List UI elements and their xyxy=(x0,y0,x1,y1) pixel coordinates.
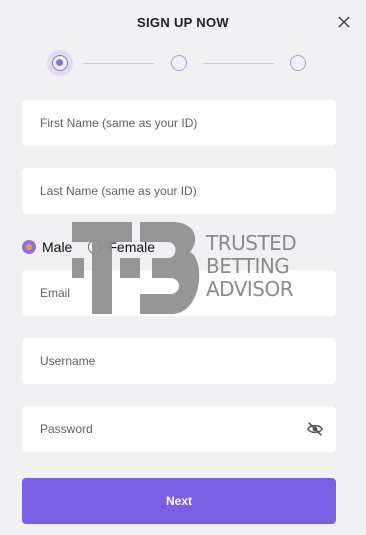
password-input[interactable] xyxy=(22,406,336,452)
step-2-indicator xyxy=(171,55,187,71)
step-connector xyxy=(204,63,274,64)
next-button[interactable]: Next xyxy=(22,478,336,524)
close-icon[interactable] xyxy=(336,14,352,30)
password-field[interactable] xyxy=(22,406,336,452)
gender-selector: Male Female xyxy=(22,238,171,256)
username-input[interactable] xyxy=(22,338,336,384)
first-name-input[interactable] xyxy=(22,100,336,146)
step-3-indicator xyxy=(290,55,306,71)
male-radio[interactable] xyxy=(22,240,36,254)
step-connector xyxy=(84,63,154,64)
female-radio[interactable] xyxy=(88,240,103,254)
male-label: Male xyxy=(42,239,73,255)
step-1-indicator xyxy=(52,55,68,71)
gender-option-female[interactable]: Female xyxy=(88,239,155,255)
gender-option-male[interactable]: Male xyxy=(22,239,72,255)
email-input[interactable] xyxy=(22,270,336,316)
email-field[interactable] xyxy=(22,270,336,316)
female-label: Female xyxy=(108,239,156,255)
page-title: SIGN UP NOW xyxy=(137,15,229,30)
watermark-line: TRUSTED xyxy=(206,231,297,255)
first-name-field[interactable] xyxy=(22,100,336,146)
eye-slash-icon[interactable] xyxy=(306,420,324,438)
step-progress xyxy=(52,55,306,73)
last-name-field[interactable] xyxy=(22,168,336,214)
username-field[interactable] xyxy=(22,338,336,384)
last-name-input[interactable] xyxy=(22,168,336,214)
